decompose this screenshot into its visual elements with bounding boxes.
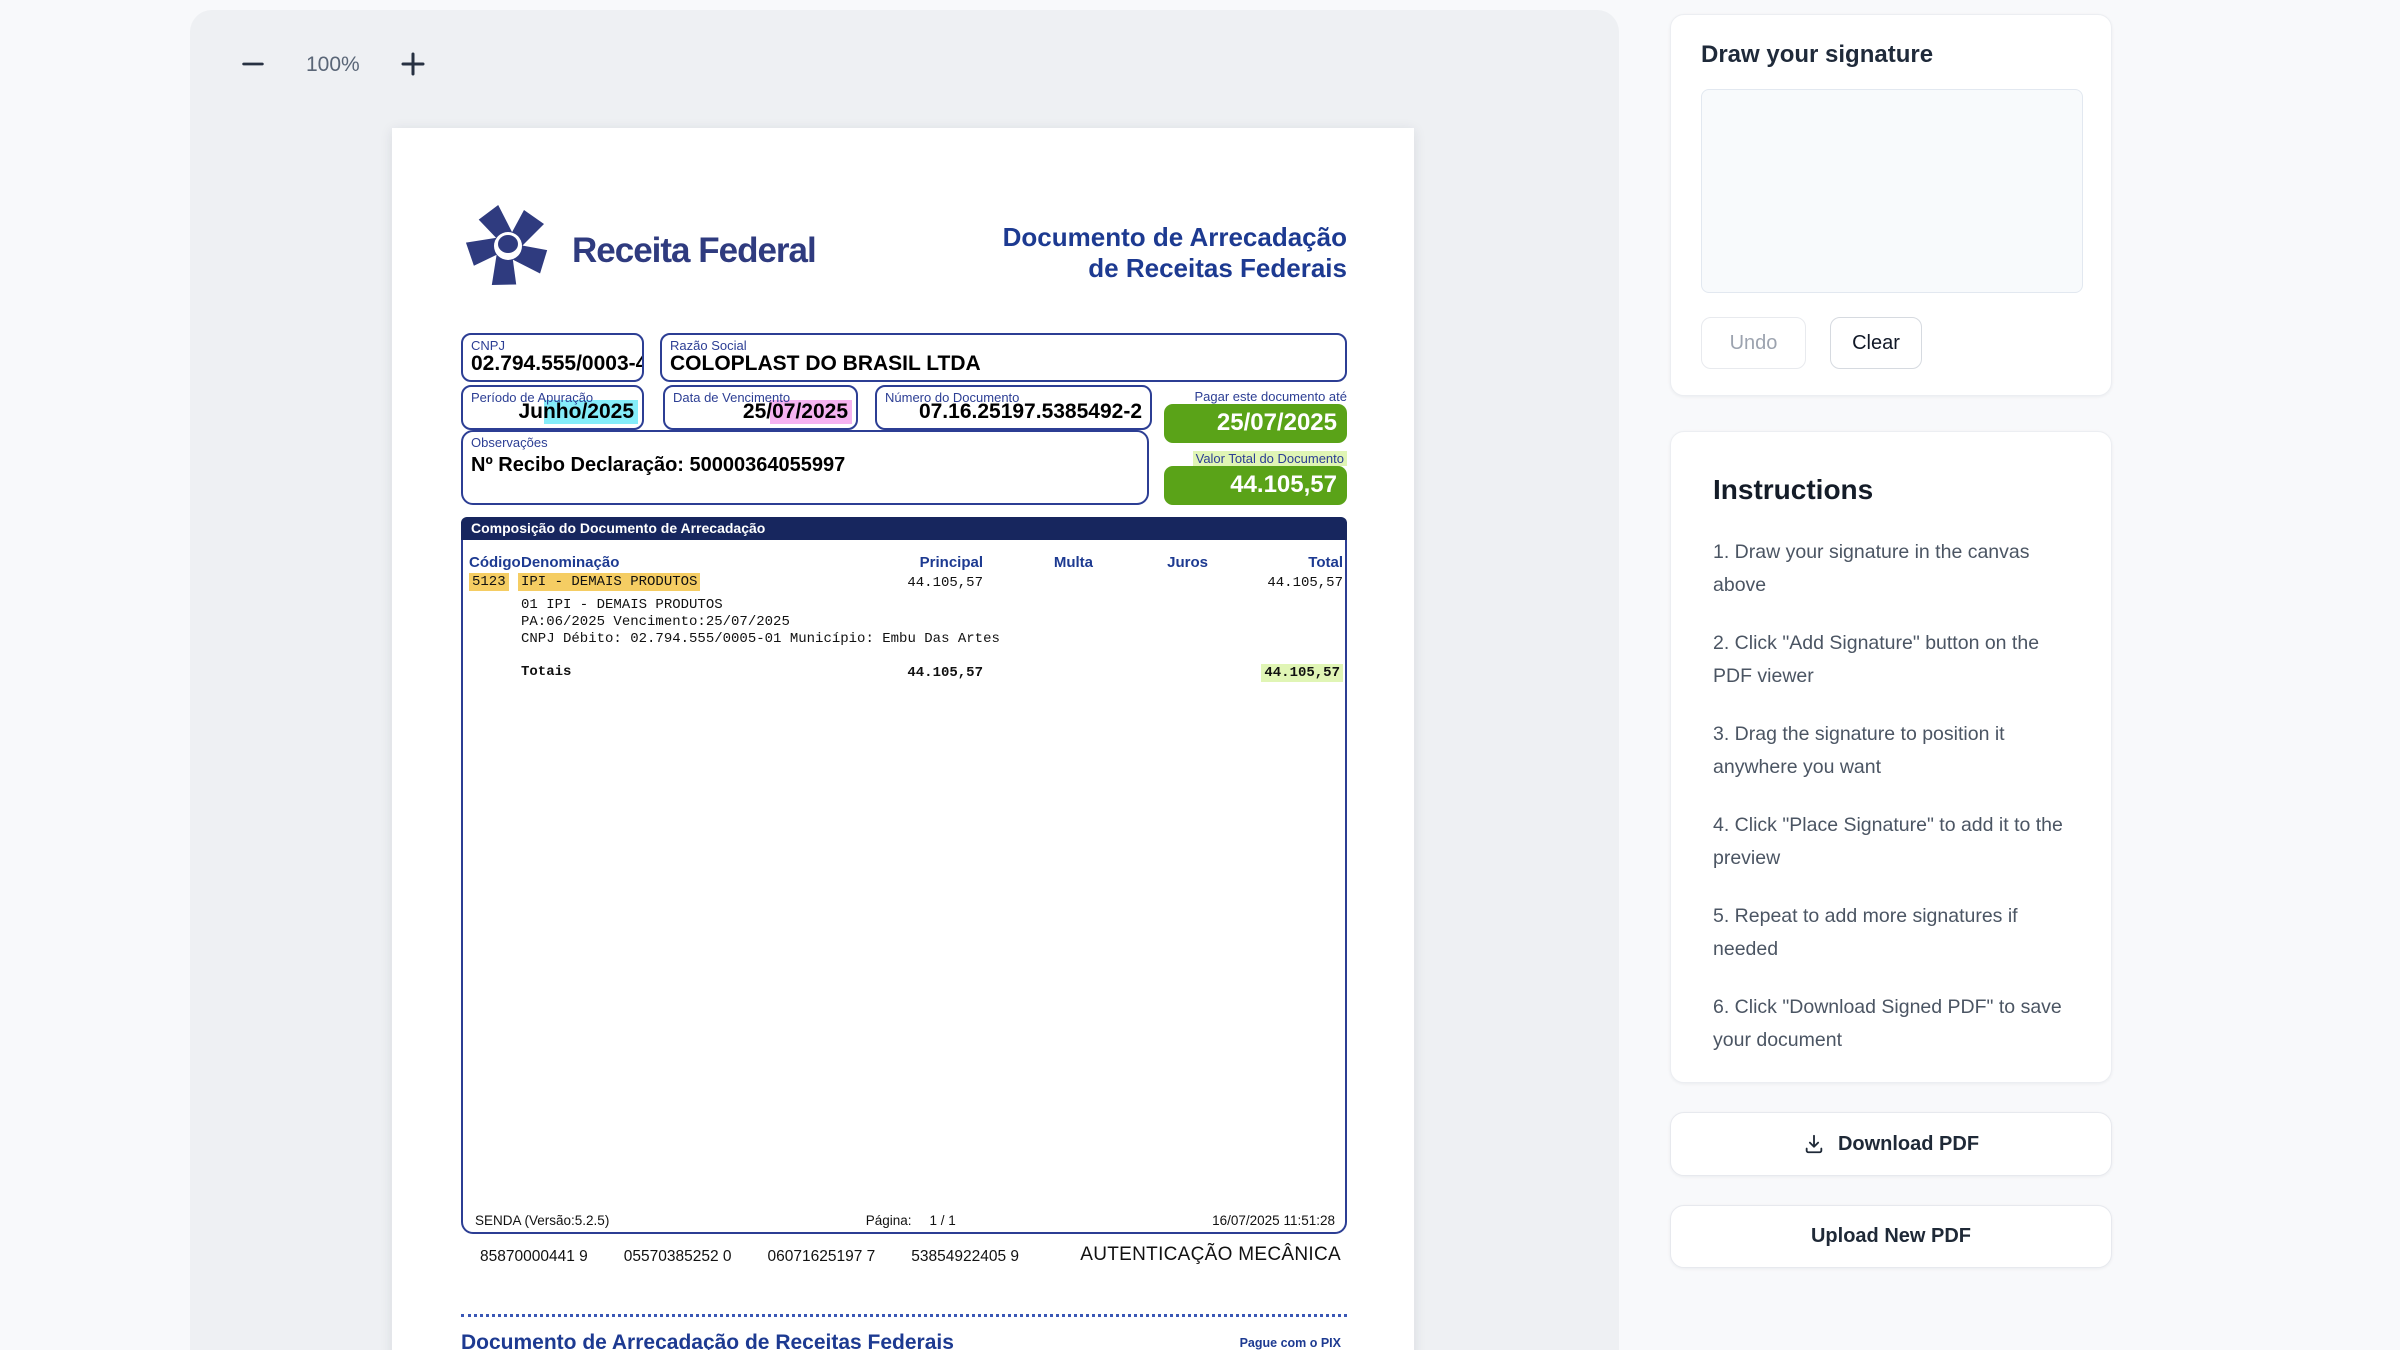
upload-new-pdf-button[interactable]: Upload New PDF	[1670, 1205, 2112, 1268]
instructions-title: Instructions	[1713, 474, 2069, 506]
field-cnpj: CNPJ 02.794.555/0003-40	[461, 333, 644, 382]
document-title-line2: de Receitas Federais	[1003, 253, 1347, 284]
autenticacao-mecanica-label: AUTENTICAÇÃO MECÂNICA	[1080, 1244, 1341, 1266]
field-observacoes: Observações Nº Recibo Declaração: 500003…	[461, 430, 1149, 505]
print-datetime: 16/07/2025 11:51:28	[1212, 1213, 1335, 1228]
totais-principal: 44.105,57	[793, 665, 983, 681]
document-footer-row: SENDA (Versão:5.2.5) Página: 1 / 1 16/07/…	[475, 1213, 1335, 1228]
clear-button[interactable]: Clear	[1830, 317, 1922, 369]
minus-icon	[239, 50, 267, 81]
instructions-card: Instructions 1. Draw your signature in t…	[1670, 431, 2112, 1083]
pagar-ate-label: Pagar este documento até	[1195, 389, 1348, 404]
pix-label: Pague com o PIX	[1240, 1336, 1341, 1350]
senda-version: SENDA (Versão:5.2.5)	[475, 1213, 609, 1228]
zoom-out-button[interactable]	[234, 46, 272, 84]
download-icon	[1803, 1133, 1825, 1155]
row-detail-line: 01 IPI - DEMAIS PRODUTOS	[521, 597, 723, 613]
pagar-ate-value-box: 25/07/2025	[1164, 404, 1347, 443]
instruction-step-3: 3. Drag the signature to position it any…	[1713, 718, 2069, 784]
field-observacoes-label: Observações	[471, 435, 548, 450]
barcode-numbers: 85870000441 9 05570385252 0 06071625197 …	[480, 1248, 1019, 1266]
signature-card: Draw your signature Undo Clear	[1670, 14, 2112, 396]
col-header-denominacao: Denominação	[521, 554, 619, 571]
undo-button[interactable]: Undo	[1701, 317, 1806, 369]
valor-total-label: Valor Total do Documento	[1193, 451, 1347, 466]
row-detail-line: CNPJ Débito: 02.794.555/0005-01 Municípi…	[521, 631, 1000, 647]
barcode-segment: 53854922405 9	[911, 1248, 1019, 1266]
totais-label: Totais	[521, 664, 571, 680]
next-section-title: Documento de Arrecadação de Receitas Fed…	[461, 1331, 954, 1350]
valor-total-value-box: 44.105,57	[1164, 466, 1347, 505]
page-value: 1 / 1	[929, 1213, 955, 1228]
page-label: Página:	[866, 1213, 912, 1228]
composicao-table: Código Denominação Principal Multa Juros…	[461, 540, 1347, 1234]
pdf-page: Receita Federal Documento de Arrecadação…	[392, 128, 1414, 1350]
barcode-segment: 06071625197 7	[768, 1248, 876, 1266]
field-razao-social: Razão Social COLOPLAST DO BRASIL LTDA	[660, 333, 1347, 382]
field-data-vencimento-value: 25/07/2025	[743, 400, 848, 424]
barcode-segment: 85870000441 9	[480, 1248, 588, 1266]
field-razao-social-label: Razão Social	[670, 338, 747, 353]
instruction-step-4: 4. Click "Place Signature" to add it to …	[1713, 809, 2069, 875]
zoom-toolbar: 100%	[234, 46, 432, 84]
upload-new-pdf-label: Upload New PDF	[1811, 1225, 1971, 1248]
instruction-step-2: 2. Click "Add Signature" button on the P…	[1713, 627, 2069, 693]
document-title: Documento de Arrecadação de Receitas Fed…	[1003, 222, 1347, 284]
field-cnpj-label: CNPJ	[471, 338, 505, 353]
row-total: 44.105,57	[1153, 575, 1343, 591]
receita-federal-logo: Receita Federal	[458, 198, 816, 303]
zoom-in-button[interactable]	[394, 46, 432, 84]
field-observacoes-value: Nº Recibo Declaração: 50000364055997	[471, 454, 845, 477]
document-title-line1: Documento de Arrecadação	[1003, 222, 1347, 253]
field-periodo-apuracao: Período de Apuração Junho/2025	[461, 385, 644, 430]
instruction-step-1: 1. Draw your signature in the canvas abo…	[1713, 536, 2069, 602]
plus-icon	[398, 49, 428, 82]
field-numero-documento: Número do Documento 07.16.25197.5385492-…	[875, 385, 1152, 430]
row-denominacao: IPI - DEMAIS PRODUTOS	[518, 574, 700, 590]
app-root: 100%	[0, 0, 2400, 1350]
barcode-segment: 05570385252 0	[624, 1248, 732, 1266]
zoom-level: 100%	[306, 53, 360, 77]
receita-federal-wordmark: Receita Federal	[572, 231, 816, 271]
page-indicator: Página: 1 / 1	[866, 1213, 956, 1228]
field-periodo-value: Junho/2025	[518, 400, 634, 424]
signature-canvas[interactable]	[1701, 89, 2083, 293]
col-header-principal: Principal	[793, 554, 983, 571]
receita-federal-pinwheel-icon	[458, 198, 558, 303]
row-principal: 44.105,57	[793, 575, 983, 591]
download-pdf-button[interactable]: Download PDF	[1670, 1112, 2112, 1176]
field-cnpj-value: 02.794.555/0003-40	[471, 352, 644, 376]
row-codigo-highlight: 5123	[469, 573, 509, 591]
pdf-viewer-panel: 100%	[190, 10, 1619, 1350]
totais-total: 44.105,57	[1153, 665, 1343, 681]
cut-line-separator	[461, 1314, 1347, 1317]
totais-total-highlight: 44.105,57	[1261, 664, 1343, 682]
row-denominacao-highlight: IPI - DEMAIS PRODUTOS	[518, 573, 700, 591]
field-numero-value: 07.16.25197.5385492-2	[919, 400, 1142, 424]
row-codigo: 5123	[469, 574, 509, 590]
instruction-step-5: 5. Repeat to add more signatures if need…	[1713, 900, 2069, 966]
composicao-section-header: Composição do Documento de Arrecadação	[461, 517, 1347, 540]
col-header-codigo: Código	[469, 554, 521, 571]
field-razao-social-value: COLOPLAST DO BRASIL LTDA	[670, 352, 981, 376]
col-header-total: Total	[1153, 554, 1343, 571]
instruction-step-6: 6. Click "Download Signed PDF" to save y…	[1713, 991, 2069, 1057]
download-pdf-label: Download PDF	[1838, 1133, 1979, 1156]
row-detail-line: PA:06/2025 Vencimento:25/07/2025	[521, 614, 790, 630]
field-data-vencimento: Data de Vencimento 25/07/2025	[663, 385, 858, 430]
col-header-multa: Multa	[998, 554, 1093, 571]
signature-card-title: Draw your signature	[1701, 41, 1933, 69]
